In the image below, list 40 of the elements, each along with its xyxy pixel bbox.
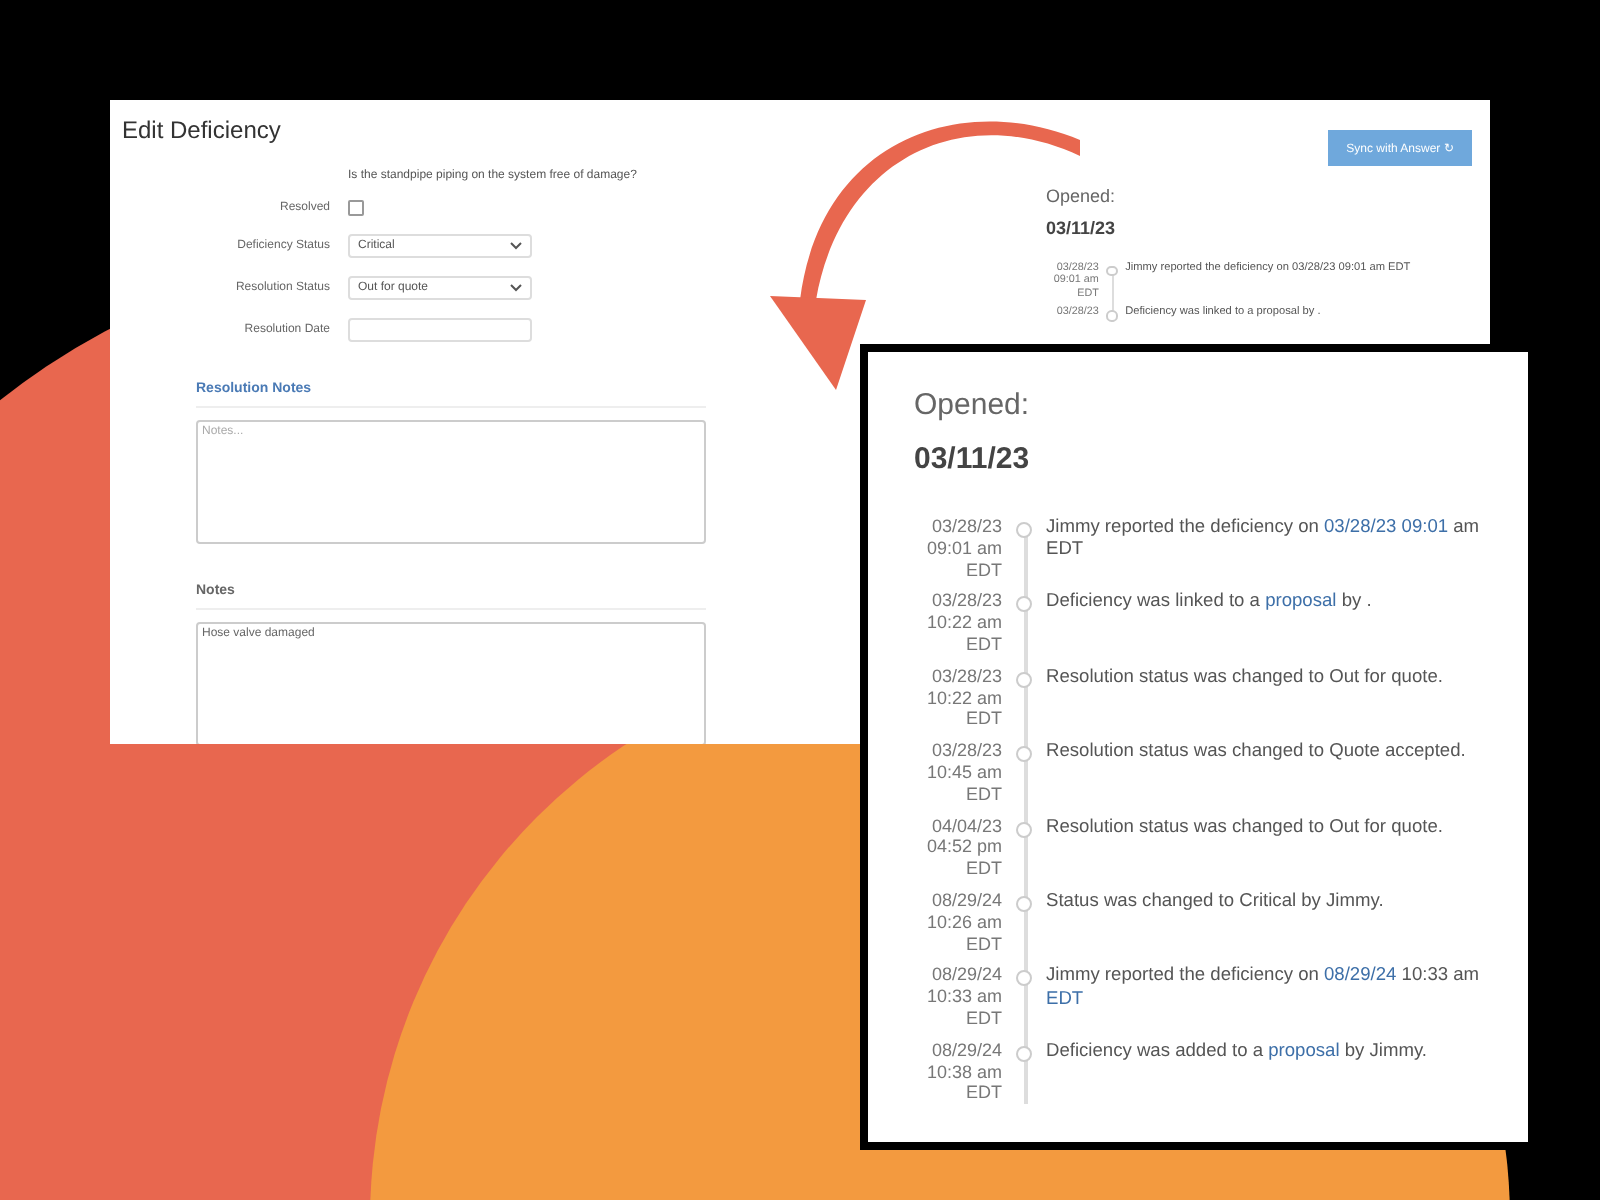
timeline-dot-icon [1106, 265, 1118, 277]
opened-date: 03/11/23 [1046, 218, 1116, 238]
timeline-dot-icon [1016, 1045, 1032, 1062]
timeline-dot-icon [1016, 970, 1032, 987]
entry-timestamp: 03/28/23 10:22 am EDT [924, 665, 1002, 731]
chevron-down-icon [510, 242, 522, 250]
opened-date: 03/11/23 [914, 442, 1030, 476]
timeline-dot-icon [1016, 895, 1032, 912]
window-title: Edit Deficiency [122, 116, 281, 144]
entry-link[interactable]: EDT [1046, 987, 1084, 1007]
entry-timestamp: 03/28/23 10:45 am EDT [924, 740, 1002, 806]
entry-link[interactable]: 08/29/24 [1324, 964, 1397, 985]
opened-label: Opened: [1046, 186, 1116, 206]
chevron-down-icon [510, 284, 522, 292]
opened-label: Opened: [914, 388, 1030, 422]
entry-text: Deficiency was linked to a proposal by . [1046, 590, 1374, 615]
entry-timestamp: 08/29/24 10:38 am EDT [924, 1039, 1002, 1105]
entry-text: Status was changed to Critical by Jimmy. [1046, 889, 1386, 914]
entry-link[interactable]: proposal [1268, 1039, 1340, 1060]
entry-timestamp: 03/28/23 10:22 am EDT [924, 590, 1002, 656]
timeline-dot-icon [1016, 821, 1032, 838]
entry-text: Resolution status was changed to Out for quote. [1046, 815, 1445, 840]
timeline-dot-icon [1016, 522, 1032, 538]
entry-timestamp: 03/28/23 09:01 am EDT [924, 516, 1002, 581]
entry-timestamp: 08/29/24 10:33 am EDT [924, 964, 1002, 1030]
resolved-checkbox[interactable] [348, 200, 364, 216]
entry-timestamp: 08/29/24 10:26 am EDT [924, 889, 1002, 955]
date-input-field[interactable] [348, 318, 532, 342]
entry-text: Jimmy reported the deficiency on 03/28/23 09:01 am EDT [1046, 516, 1482, 563]
timeline-dot-icon [1016, 746, 1032, 763]
entry-link[interactable]: proposal [1265, 590, 1337, 611]
timeline-dot-icon [1106, 310, 1118, 322]
entry-text: Resolution status was changed to Quote accepted. [1046, 740, 1468, 765]
entry-text: Resolution status was changed to Out for quote. [1046, 665, 1445, 690]
timeline-dot-icon [1016, 671, 1032, 688]
entry-text: Deficiency was added to a proposal by Jimmy. [1046, 1039, 1430, 1064]
timeline-dot-icon [1016, 596, 1032, 613]
entry-timestamp: 04/04/23 04:52 pm EDT [924, 815, 1002, 880]
entry-link[interactable]: 03/28/23 09:01 [1324, 516, 1449, 536]
entry-text: Jimmy reported the deficiency on 08/29/24 10:33 am EDT [1046, 964, 1482, 1011]
